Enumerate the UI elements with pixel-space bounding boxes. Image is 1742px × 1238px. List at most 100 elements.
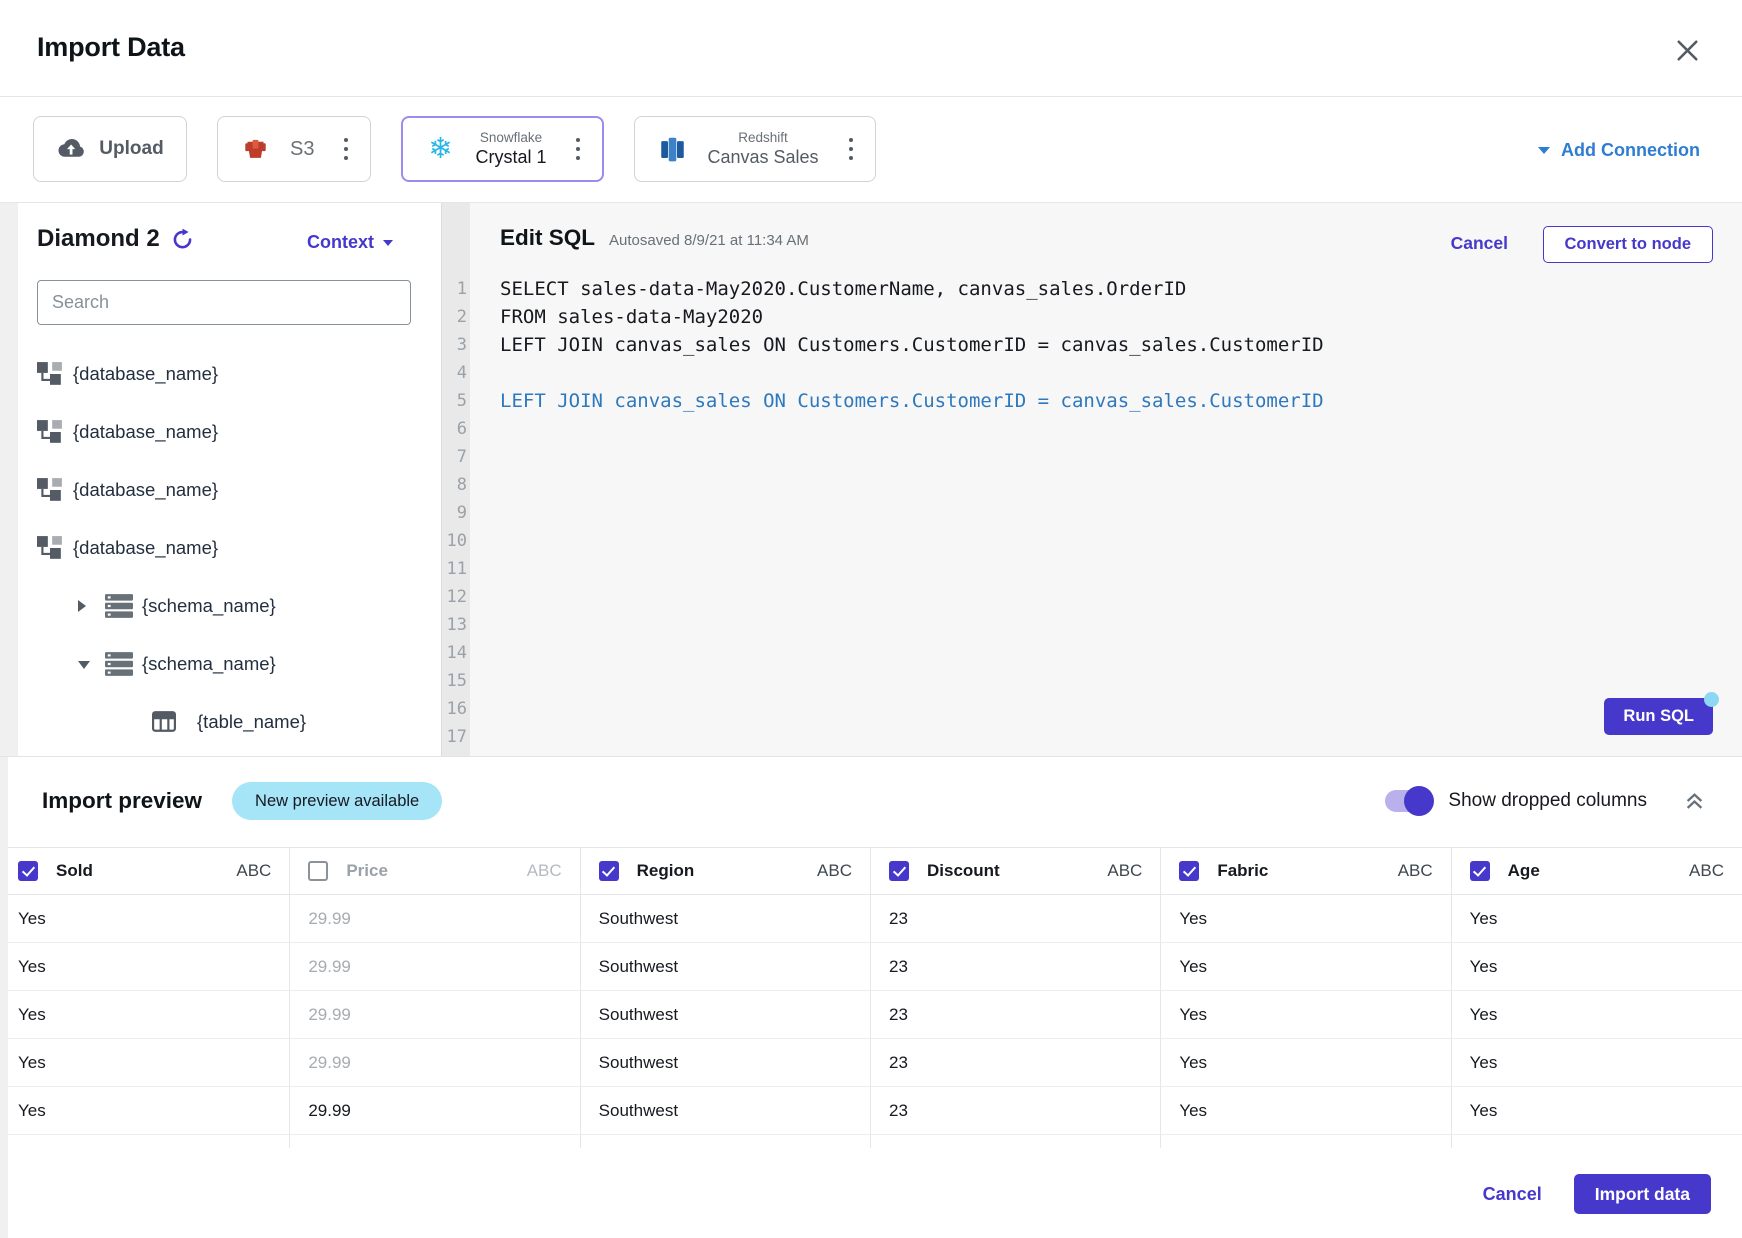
- hierarchy-icon: [37, 420, 63, 444]
- column-checkbox-discount[interactable]: [889, 861, 909, 881]
- table-cell: Yes: [1161, 1039, 1451, 1086]
- convert-to-node-button[interactable]: Convert to node: [1543, 226, 1714, 263]
- add-connection-button[interactable]: Add Connection: [1538, 140, 1700, 161]
- s3-icon: [240, 137, 270, 162]
- collapse-section-icon[interactable]: [1683, 789, 1706, 813]
- search-input[interactable]: [37, 280, 411, 325]
- upload-label: Upload: [99, 138, 163, 160]
- show-dropped-columns-toggle[interactable]: [1385, 790, 1431, 812]
- column-checkbox-sold[interactable]: [18, 861, 38, 881]
- import-preview-section: Import preview New preview available Sho…: [0, 756, 1742, 1150]
- close-icon[interactable]: [1675, 38, 1700, 63]
- table-cell: Yes: [1452, 1087, 1742, 1134]
- upload-button[interactable]: Upload: [33, 116, 187, 182]
- table-cell: Yes: [1452, 943, 1742, 990]
- line-number: 17: [442, 723, 467, 751]
- column-name: Sold: [56, 861, 93, 881]
- column-type-label: ABC: [1398, 861, 1433, 881]
- line-number: 11: [442, 555, 467, 583]
- column-header-region: Region ABC: [581, 848, 871, 894]
- cancel-button[interactable]: Cancel: [1483, 1184, 1542, 1205]
- table-cell: Southwest: [581, 1087, 871, 1134]
- tree-item-database[interactable]: {database_name}: [18, 474, 441, 506]
- toggle-knob: [1404, 786, 1434, 816]
- column-checkbox-price[interactable]: [308, 861, 328, 881]
- connections-toolbar: Upload S3 ❄ Snowflake Crystal 1 Redshift…: [0, 97, 1742, 203]
- line-number: 16: [442, 695, 467, 723]
- table-cell: 29.99: [290, 1039, 580, 1086]
- table-cell: 23: [871, 1087, 1161, 1134]
- connection-name: Crystal 1: [475, 147, 546, 168]
- caret-collapsed-icon[interactable]: [78, 600, 88, 612]
- table-cell: Yes: [1161, 1087, 1451, 1134]
- line-number: 12: [442, 583, 467, 611]
- editor-cancel-button[interactable]: Cancel: [1451, 233, 1508, 254]
- run-sql-button[interactable]: Run SQL: [1604, 698, 1713, 735]
- tree-item-database[interactable]: {database_name}: [18, 358, 441, 390]
- import-data-button[interactable]: Import data: [1574, 1174, 1711, 1214]
- sql-code-area[interactable]: SELECT sales-data-May2020.CustomerName, …: [500, 275, 1726, 751]
- tree-item-label: {schema_name}: [142, 653, 276, 675]
- table-cell: Yes: [1161, 943, 1451, 990]
- tree-item-database[interactable]: {database_name}: [18, 416, 441, 448]
- connection-card-crystal-1[interactable]: ❄ Snowflake Crystal 1: [401, 116, 604, 182]
- line-number: 3: [442, 331, 467, 359]
- tree-item-label: {database_name}: [73, 363, 218, 385]
- code-line: [500, 723, 1726, 751]
- table-cell: Yes: [1452, 895, 1742, 942]
- column-checkbox-fabric[interactable]: [1179, 861, 1199, 881]
- connection-card-s3[interactable]: S3: [217, 116, 371, 182]
- tree-item-schema[interactable]: {schema_name}: [18, 648, 441, 680]
- context-dropdown[interactable]: Context: [307, 232, 393, 253]
- code-line: [500, 471, 1726, 499]
- column-checkbox-region[interactable]: [599, 861, 619, 881]
- table-cell: Yes: [0, 943, 290, 990]
- connection-card-canvas-sales[interactable]: Redshift Canvas Sales: [634, 116, 875, 182]
- code-line: LEFT JOIN canvas_sales ON Customers.Cust…: [500, 387, 1726, 415]
- table-row-partial: [0, 1135, 1742, 1148]
- kebab-menu-icon[interactable]: [572, 132, 584, 166]
- kebab-menu-icon[interactable]: [845, 132, 857, 166]
- line-number: 9: [442, 499, 467, 527]
- tree-item-label: {database_name}: [73, 537, 218, 559]
- column-name: Region: [637, 861, 695, 881]
- column-type-label: ABC: [1107, 861, 1142, 881]
- column-name: Discount: [927, 861, 1000, 881]
- table-cell: 29.99: [290, 1087, 580, 1134]
- refresh-icon[interactable]: [171, 228, 194, 251]
- code-line: [500, 695, 1726, 723]
- column-header-price: Price ABC: [290, 848, 580, 894]
- table-cell: 23: [871, 943, 1161, 990]
- tree-item-database[interactable]: {database_name}: [18, 532, 441, 564]
- tree-item-table[interactable]: {table_name}: [18, 706, 441, 738]
- caret-expanded-icon[interactable]: [78, 659, 88, 669]
- kebab-menu-icon[interactable]: [340, 132, 352, 166]
- table-cell: [871, 1135, 1161, 1148]
- code-line: SELECT sales-data-May2020.CustomerName, …: [500, 275, 1726, 303]
- table-cell: Yes: [0, 1087, 290, 1134]
- column-type-label: ABC: [817, 861, 852, 881]
- autosaved-status: Autosaved 8/9/21 at 11:34 AM: [609, 232, 809, 249]
- line-number: 6: [442, 415, 467, 443]
- tree-item-label: {schema_name}: [142, 595, 276, 617]
- tree-item-schema[interactable]: {schema_name}: [18, 590, 441, 622]
- hierarchy-icon: [37, 536, 63, 560]
- preview-controls: Show dropped columns: [1385, 789, 1706, 813]
- column-checkbox-age[interactable]: [1470, 861, 1490, 881]
- preview-table: Sold ABC Price ABC Region ABC Discount A…: [0, 847, 1742, 1148]
- line-number: 5: [442, 387, 467, 415]
- table-cell: [1452, 1135, 1742, 1148]
- table-cell: Southwest: [581, 1039, 871, 1086]
- column-type-label: ABC: [527, 861, 562, 881]
- table-cell: 23: [871, 991, 1161, 1038]
- column-type-label: ABC: [1689, 861, 1724, 881]
- dialog-footer: Cancel Import data: [0, 1150, 1742, 1238]
- table-header-row: Sold ABC Price ABC Region ABC Discount A…: [0, 847, 1742, 895]
- column-name: Age: [1508, 861, 1540, 881]
- tree-item-label: {database_name}: [73, 479, 218, 501]
- table-cell: Yes: [0, 895, 290, 942]
- connection-name-title: Diamond 2: [37, 225, 160, 253]
- import-data-dialog: Import Data Upload S3 ❄ Snowflake Crysta…: [0, 0, 1742, 1238]
- sql-editor-panel: 1234567891011121314151617 Edit SQL Autos…: [441, 203, 1742, 756]
- code-line: [500, 639, 1726, 667]
